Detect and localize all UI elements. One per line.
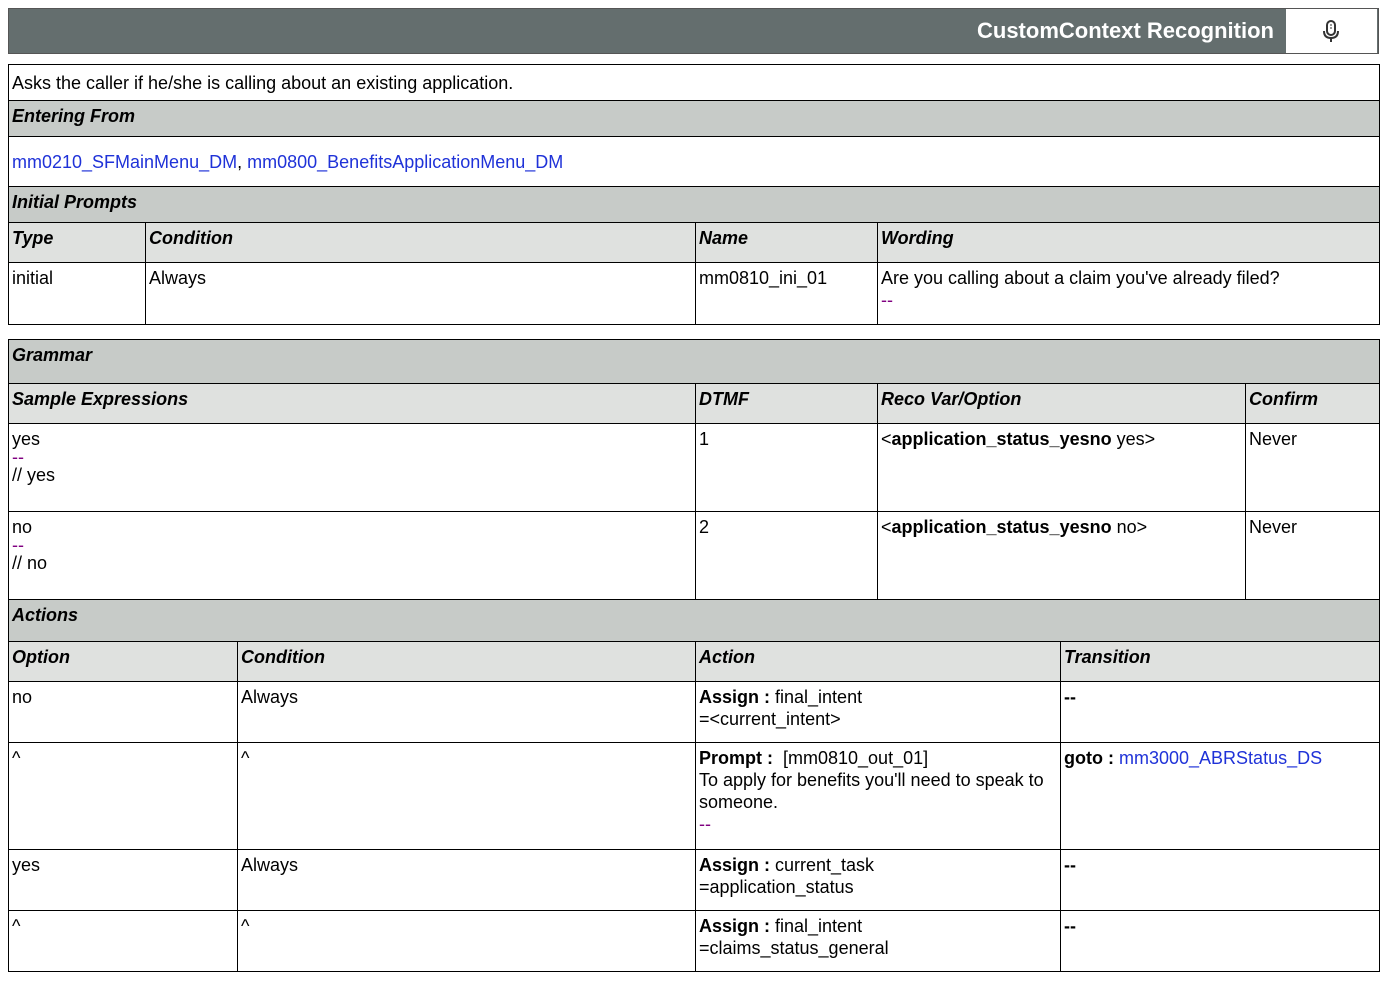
state-description: Asks the caller if he/she is calling abo… [7, 64, 1381, 101]
dtmf: 2 [695, 511, 878, 600]
reco-var: <application_status_yesno yes> [877, 423, 1246, 512]
reco-var-name: application_status_yesno [891, 517, 1112, 537]
prompt-name: mm0810_ini_01 [695, 262, 878, 325]
expression: no [12, 517, 33, 537]
reco-var-open: < [881, 517, 892, 537]
action-cell: Assign : final_intent =claims_status_gen… [695, 910, 1061, 972]
action-value: =claims_status_general [699, 938, 889, 958]
action-kind: Assign : [699, 687, 771, 707]
reco-var-value: yes> [1111, 429, 1156, 449]
entering-from-link[interactable]: mm0800_BenefitsApplicationMenu_DM [247, 152, 563, 172]
column-header: Option [8, 641, 238, 682]
prompt-dash: -- [881, 290, 893, 310]
table-row: ^ ^ Assign : final_intent =claims_status… [8, 910, 1381, 972]
expression-comment: // no [12, 553, 48, 573]
action-condition: ^ [237, 910, 696, 972]
state-header: CustomContext Recognition [8, 8, 1379, 54]
column-header: Type [8, 222, 146, 263]
column-header: Condition [145, 222, 696, 263]
table-row: yes -- // yes 1 <application_status_yesn… [8, 423, 1381, 512]
expression: yes [12, 429, 41, 449]
action-target: current_task [770, 855, 875, 875]
column-header: Confirm [1244, 383, 1381, 424]
prompt-wording: Are you calling about a claim you've alr… [881, 268, 1280, 288]
action-transition: goto : mm3000_ABRStatus_DS [1059, 742, 1381, 850]
entering-from-header: Entering From [7, 100, 1381, 137]
mic-cell [1286, 9, 1377, 53]
goto-target-link[interactable]: mm3000_ABRStatus_DS [1119, 748, 1322, 768]
column-header: Wording [876, 222, 1381, 263]
action-condition: Always [237, 681, 696, 743]
transition-none: -- [1064, 687, 1076, 707]
reco-var-value: no> [1111, 517, 1148, 537]
action-value: =application_status [699, 877, 854, 897]
expression-dash: -- [12, 447, 24, 467]
transition-none: -- [1064, 916, 1076, 936]
column-header: Condition [237, 641, 696, 682]
state-title: CustomContext Recognition [977, 18, 1274, 43]
prompt-text: To apply for benefits you'll need to spe… [699, 770, 1044, 812]
microphone-icon [1323, 20, 1339, 42]
column-header: DTMF [695, 383, 878, 424]
action-kind: Assign : [699, 855, 771, 875]
action-transition: -- [1059, 910, 1381, 972]
action-kind: Prompt : [699, 748, 773, 768]
table-row: no -- // no 2 <application_status_yesno … [8, 511, 1381, 600]
prompt-type: initial [8, 262, 146, 325]
action-kind: Assign : [699, 916, 771, 936]
link-separator: , [237, 151, 243, 172]
prompt-condition: Always [145, 262, 696, 325]
action-option: ^ [8, 742, 238, 850]
confirm: Never [1244, 511, 1381, 600]
expression-cell: no -- // no [8, 511, 696, 600]
goto-label: goto : [1064, 748, 1114, 768]
reco-var-open: < [881, 429, 892, 449]
transition-none: -- [1064, 855, 1076, 875]
expression-dash: -- [12, 535, 24, 555]
reco-var: <application_status_yesno no> [877, 511, 1246, 600]
table-row: initial Always mm0810_ini_01 Are you cal… [8, 262, 1381, 325]
dtmf: 1 [695, 423, 878, 512]
action-option: no [8, 681, 238, 743]
grammar-header: Grammar [7, 339, 1381, 384]
expression-cell: yes -- // yes [8, 423, 696, 512]
prompt-dash: -- [699, 814, 711, 834]
action-cell: Assign : final_intent =<current_intent> [695, 681, 1061, 743]
action-condition: ^ [237, 742, 696, 850]
action-target: final_intent [770, 916, 863, 936]
grammar-table: Grammar Sample Expressions DTMF Reco Var… [7, 339, 1381, 600]
column-header: Name [695, 222, 878, 263]
table-row: ^ ^ Prompt : [mm0810_out_01] To apply fo… [8, 742, 1381, 850]
column-header: Action [695, 641, 1061, 682]
action-cell: Prompt : [mm0810_out_01] To apply for be… [695, 742, 1061, 850]
actions-table: Actions Option Condition Action Transiti… [7, 599, 1381, 972]
initial-prompts-header: Initial Prompts [7, 186, 1381, 223]
action-option: ^ [8, 910, 238, 972]
prompt-wording-cell: Are you calling about a claim you've alr… [876, 262, 1381, 325]
confirm: Never [1244, 423, 1381, 512]
prompt-id: [mm0810_out_01] [773, 748, 929, 768]
action-cell: Assign : current_task =application_statu… [695, 849, 1061, 911]
action-condition: Always [237, 849, 696, 911]
prompts-table: Asks the caller if he/she is calling abo… [7, 64, 1381, 325]
actions-header: Actions [7, 599, 1381, 642]
column-header: Transition [1059, 641, 1381, 682]
action-option: yes [8, 849, 238, 911]
table-row: yes Always Assign : current_task =applic… [8, 849, 1381, 911]
action-transition: -- [1059, 681, 1381, 743]
expression-comment: // yes [12, 465, 56, 485]
entering-from-link[interactable]: mm0210_SFMainMenu_DM [12, 152, 237, 172]
column-header: Sample Expressions [8, 383, 696, 424]
table-row: no Always Assign : final_intent =<curren… [8, 681, 1381, 743]
column-header: Reco Var/Option [877, 383, 1246, 424]
action-target: final_intent [770, 687, 863, 707]
action-value: =<current_intent> [699, 709, 841, 729]
reco-var-name: application_status_yesno [891, 429, 1112, 449]
action-transition: -- [1059, 849, 1381, 911]
entering-from-links: mm0210_SFMainMenu_DM, mm0800_BenefitsApp… [7, 136, 1381, 187]
